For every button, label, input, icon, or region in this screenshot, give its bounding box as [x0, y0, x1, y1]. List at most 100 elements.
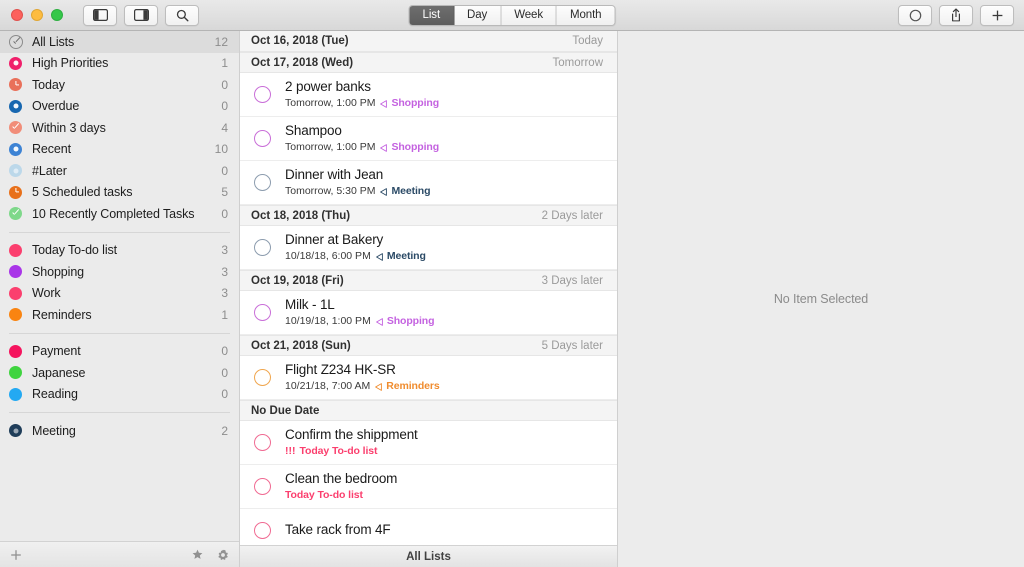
task-title: Dinner with Jean: [285, 167, 384, 182]
tab-list[interactable]: List: [409, 5, 455, 25]
sidebar-item-count: 3: [221, 286, 228, 301]
sidebar-divider: [9, 412, 230, 413]
task-tag[interactable]: Meeting: [391, 185, 430, 198]
task-list-status-bar: All Lists: [240, 545, 617, 567]
sidebar-item-label: Shopping: [32, 264, 85, 279]
sidebar-item-label: Japanese: [32, 365, 86, 380]
close-button[interactable]: [11, 9, 23, 21]
day-header-date: Oct 21, 2018 (Sun): [251, 339, 351, 352]
day-header: No Due Date: [240, 400, 617, 421]
task-list[interactable]: Oct 16, 2018 (Tue) Today Oct 17, 2018 (Wed…: [240, 31, 617, 545]
ring-icon: [9, 99, 22, 113]
task-checkbox[interactable]: [254, 478, 271, 495]
sidebar-item-5-scheduled-tasks[interactable]: 5 Scheduled tasks 5: [0, 182, 239, 204]
minimize-button[interactable]: [31, 9, 43, 21]
task-meta: Tomorrow, 5:30 PM Meeting: [285, 185, 431, 198]
task-title: Clean the bedroom: [285, 471, 398, 486]
share-button[interactable]: [939, 4, 973, 26]
task-row[interactable]: Take rack from 4F: [240, 509, 617, 545]
list-dot-icon: [9, 265, 22, 279]
ring-icon: [9, 164, 22, 178]
sidebar-item-reading[interactable]: Reading 0: [0, 384, 239, 406]
day-header-relative: 3 Days later: [541, 274, 603, 287]
task-content: Dinner at Bakery 10/18/18, 6:00 PM Meeting: [285, 232, 426, 263]
sidebar-list[interactable]: All Lists 12 High Priorities 1 Today 0 Overdue…: [0, 31, 239, 541]
task-tag[interactable]: Reminders: [386, 380, 439, 393]
sidebar-item-count: 0: [221, 365, 228, 380]
sidebar-item-work[interactable]: Work 3: [0, 283, 239, 305]
task-tag[interactable]: Today To-do list: [300, 445, 378, 458]
circle-icon: [909, 9, 921, 21]
task-checkbox[interactable]: [254, 522, 271, 539]
check-circle-icon: [9, 207, 22, 221]
sidebar-item-high-priorities[interactable]: High Priorities 1: [0, 53, 239, 75]
circle-button[interactable]: [898, 4, 932, 26]
settings-button[interactable]: [217, 549, 229, 561]
task-tag[interactable]: Meeting: [387, 250, 426, 263]
title-bar: List Day Week Month: [0, 0, 1024, 31]
task-due-time: 10/19/18, 1:00 PM: [285, 315, 371, 327]
sidebar-item-japanese[interactable]: Japanese 0: [0, 362, 239, 384]
task-tag[interactable]: Shopping: [387, 315, 435, 328]
task-checkbox[interactable]: [254, 304, 271, 321]
day-header-relative: Today: [572, 35, 603, 47]
list-dot-icon: [9, 286, 22, 300]
sidebar-item-recent[interactable]: Recent 10: [0, 139, 239, 161]
task-due-time: 10/21/18, 7:00 AM: [285, 380, 371, 392]
search-button[interactable]: [165, 4, 199, 26]
task-tag[interactable]: Today To-do list: [285, 489, 363, 502]
task-checkbox[interactable]: [254, 174, 271, 191]
sidebar-item-payment[interactable]: Payment 0: [0, 341, 239, 363]
task-row[interactable]: 2 power banks Tomorrow, 1:00 PM Shopping: [240, 73, 617, 117]
sidebar-item-label: Work: [32, 286, 61, 301]
tab-month[interactable]: Month: [556, 5, 615, 25]
task-row[interactable]: Clean the bedroom Today To-do list: [240, 465, 617, 509]
task-checkbox[interactable]: [254, 130, 271, 147]
task-row[interactable]: Dinner with Jean Tomorrow, 5:30 PM Meeting: [240, 161, 617, 205]
ring-icon: [9, 142, 22, 156]
plus-icon: [992, 10, 1002, 20]
add-list-button[interactable]: [10, 549, 22, 561]
task-tag[interactable]: Shopping: [391, 141, 439, 154]
task-checkbox[interactable]: [254, 369, 271, 386]
task-checkbox[interactable]: [254, 86, 271, 103]
task-tag[interactable]: Shopping: [391, 97, 439, 110]
toggle-right-panel-button[interactable]: [124, 4, 158, 26]
task-row[interactable]: Flight Z234 HK-SR 10/21/18, 7:00 AM Remind…: [240, 356, 617, 400]
task-checkbox[interactable]: [254, 434, 271, 451]
tab-day[interactable]: Day: [454, 5, 502, 25]
sidebar-item-overdue[interactable]: Overdue 0: [0, 96, 239, 118]
task-title: Flight Z234 HK-SR: [285, 362, 396, 377]
task-row[interactable]: Milk - 1L 10/19/18, 1:00 PM Shopping: [240, 291, 617, 335]
day-header-relative: 2 Days later: [541, 209, 603, 222]
sidebar-item-label: All Lists: [32, 34, 75, 49]
task-row[interactable]: Confirm the shippment!!! Today To-do list: [240, 421, 617, 465]
task-row[interactable]: Dinner at Bakery 10/18/18, 6:00 PM Meeting: [240, 226, 617, 270]
task-title: Dinner at Bakery: [285, 232, 384, 247]
favorites-button[interactable]: [192, 549, 203, 560]
day-header: Oct 16, 2018 (Tue) Today: [240, 31, 617, 52]
sidebar-item-shopping[interactable]: Shopping 3: [0, 261, 239, 283]
add-button[interactable]: [980, 4, 1014, 26]
sidebar-item-today[interactable]: Today 0: [0, 74, 239, 96]
sidebar-item-10-recently-completed-tasks[interactable]: 10 Recently Completed Tasks 0: [0, 203, 239, 225]
sidebar-item-all-lists[interactable]: All Lists 12: [0, 31, 239, 53]
task-due-time: 10/18/18, 6:00 PM: [285, 250, 371, 262]
day-header-date: Oct 18, 2018 (Thu): [251, 209, 351, 222]
view-switcher[interactable]: List Day Week Month: [408, 4, 616, 26]
sidebar-item-within-3-days[interactable]: Within 3 days 4: [0, 117, 239, 139]
sidebar-item-label: Today: [32, 77, 65, 92]
sidebar-item-reminders[interactable]: Reminders 1: [0, 304, 239, 326]
tab-week[interactable]: Week: [501, 5, 557, 25]
zoom-button[interactable]: [51, 9, 63, 21]
task-row[interactable]: Shampoo Tomorrow, 1:00 PM Shopping: [240, 117, 617, 161]
task-content: Take rack from 4F: [285, 522, 391, 540]
sidebar-item-today-to-do-list[interactable]: Today To-do list 3: [0, 240, 239, 262]
toggle-left-sidebar-button[interactable]: [83, 4, 117, 26]
sidebar-item-meeting[interactable]: Meeting 2: [0, 420, 239, 442]
task-checkbox[interactable]: [254, 239, 271, 256]
task-content: Milk - 1L 10/19/18, 1:00 PM Shopping: [285, 297, 435, 328]
sidebar-item-count: 4: [221, 120, 228, 135]
sidebar-item-later[interactable]: #Later 0: [0, 160, 239, 182]
traffic-lights: [0, 9, 63, 21]
